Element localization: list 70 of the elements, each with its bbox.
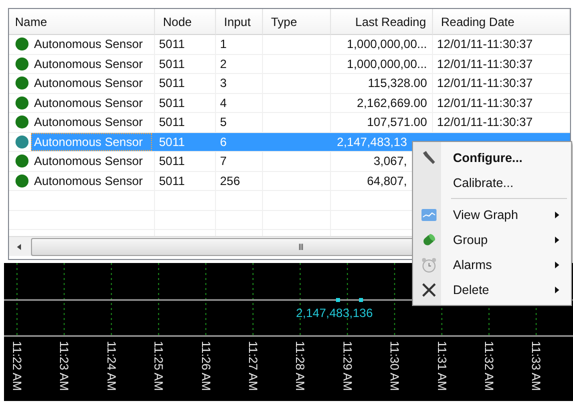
table-cell-text: 2,147,483,13	[336, 134, 408, 149]
sensor-name: Autonomous Sensor	[33, 75, 144, 92]
table-cell: 12/01/11-11:30:37	[437, 96, 533, 110]
time-label: 11:27 AM	[246, 341, 260, 391]
table-cell: 12/01/11-11:30:37	[437, 37, 533, 52]
column-header[interactable]: Type	[263, 9, 331, 35]
time-label: 11:23 AM	[57, 341, 72, 391]
table-cell: 12/01/11-11:30:37	[437, 115, 533, 130]
table-cell: 1,000,000,00...	[346, 37, 427, 52]
scroll-left-icon[interactable]	[15, 242, 23, 250]
graph-icon	[421, 206, 437, 222]
table-cell: 5011	[159, 154, 185, 168]
sensor-name: Autonomous Sensor	[33, 172, 144, 189]
table-cell: 5011	[159, 37, 185, 52]
table-cell: 115,328.00	[368, 76, 427, 90]
table-cell-text: 64,807,	[366, 174, 408, 188]
wrench-icon	[421, 150, 437, 166]
column-header[interactable]: Reading Date	[433, 9, 570, 35]
column-header[interactable]: Input	[216, 9, 263, 35]
time-label: 11:30 AM	[388, 341, 402, 391]
time-label: 11:28 AM	[293, 341, 308, 391]
table-row[interactable]: Autonomous Sensor 5011 4 2,162,669.00 12/01/11-11:30:37	[9, 94, 570, 113]
time-label: 11:31 AM	[434, 341, 449, 391]
delete-icon	[421, 282, 437, 298]
column-header[interactable]: Node	[155, 9, 216, 35]
table-row[interactable]: Autonomous Sensor 5011 2 1,000,000,00... 12/01/11-11:30:37	[9, 54, 570, 74]
grip-mark: III	[298, 242, 303, 252]
data-point	[359, 298, 363, 302]
table-cell: 5011	[159, 76, 185, 90]
clock-icon	[421, 256, 437, 272]
table-cell: 5011	[159, 115, 185, 130]
menu-item[interactable]: Delete	[415, 277, 569, 302]
table-cell: 5011	[159, 56, 185, 71]
sensor-name: Autonomous Sensor	[33, 94, 144, 111]
table-cell: 2,162,669.00	[356, 96, 427, 110]
table-cell: 6	[220, 134, 227, 149]
column-header[interactable]: Name	[9, 9, 155, 35]
time-label: 11:32 AM	[482, 341, 496, 391]
table-cell: 256	[220, 174, 240, 188]
sensor-name: Autonomous Sensor	[33, 56, 144, 72]
data-point	[336, 298, 340, 302]
time-label: 11:33 AM	[529, 341, 544, 391]
table-cell: 5011	[159, 96, 185, 110]
table-cell: 12/01/11-11:30:37	[437, 56, 533, 71]
time-label: 11:24 AM	[104, 341, 118, 391]
table-cell: 5	[220, 115, 227, 130]
sensor-name: Autonomous Sensor	[33, 36, 144, 52]
table-row[interactable]: Autonomous Sensor 5011 5 107,571.00 12/01/11-11:30:37	[9, 113, 570, 132]
sensor-name: Autonomous Sensor	[33, 114, 144, 130]
table-row[interactable]: Autonomous Sensor 5011 1 1,000,000,00... 12/01/11-11:30:37	[9, 35, 570, 54]
table-cell: 1	[220, 37, 227, 52]
table-cell: 1,000,000,00...	[346, 56, 427, 71]
table-cell: 2	[220, 56, 227, 71]
time-label: 11:25 AM	[152, 341, 166, 391]
column-header[interactable]: Last Reading	[331, 9, 433, 35]
table-cell: 7	[220, 154, 227, 168]
time-label: 11:22 AM	[10, 341, 24, 391]
point-label: 2,147,483,136	[296, 306, 373, 320]
sensor-name: Autonomous Sensor	[33, 153, 144, 170]
table-row[interactable]: Autonomous Sensor 5011 3 115,328.00 12/01/11-11:30:37	[9, 74, 570, 94]
time-label: 11:26 AM	[198, 341, 213, 391]
table-cell: 5011	[159, 174, 185, 188]
time-label: 11:29 AM	[340, 341, 354, 391]
table-cell: 3	[220, 76, 227, 90]
menu-item[interactable]: View Graph	[415, 202, 569, 227]
table-cell: 107,571.00	[366, 115, 427, 130]
table-cell: 5011	[159, 134, 185, 149]
table-cell: 4	[220, 96, 227, 110]
table-cell-text: 3,067,	[374, 154, 408, 168]
table-cell: 12/01/11-11:30:37	[437, 76, 533, 90]
